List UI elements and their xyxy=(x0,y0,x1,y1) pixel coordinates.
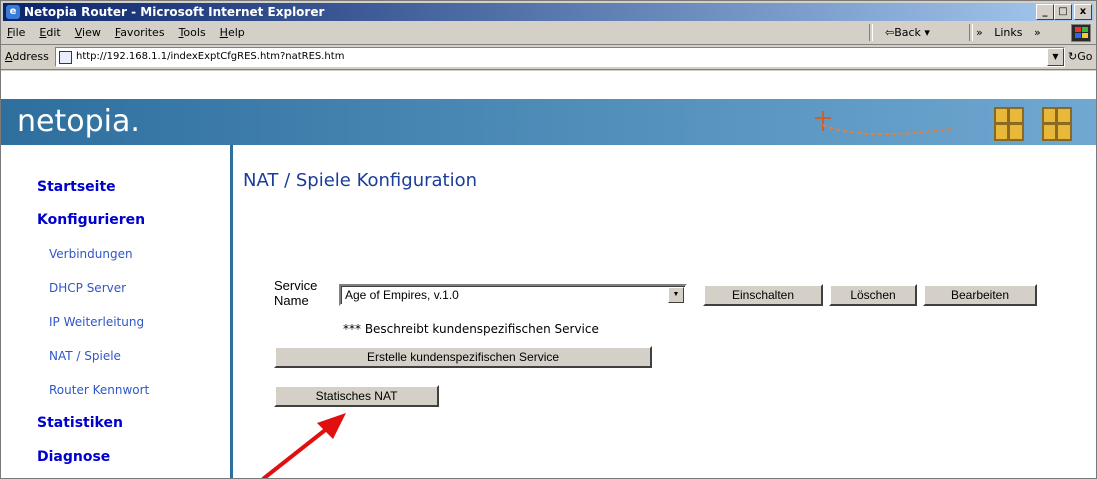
nav-dhcp-server[interactable]: DHCP Server xyxy=(49,281,126,295)
go-label: Go xyxy=(1077,50,1093,63)
window-title: Netopia Router - Microsoft Internet Expl… xyxy=(24,5,325,19)
toolbar-separator xyxy=(969,24,973,41)
static-nat-button[interactable]: Statisches NAT xyxy=(274,385,439,407)
links-toolbar: » Links » xyxy=(976,26,1049,39)
page-title: NAT / Spiele Konfiguration xyxy=(243,170,478,191)
chevron-icon[interactable]: » xyxy=(1034,26,1041,39)
menu-items: File Edit View Favorites Tools Help xyxy=(1,26,253,39)
chevron-down-icon[interactable]: ▼ xyxy=(668,287,684,303)
page-content: netopia. Startseite Konfigurieren Verbin… xyxy=(1,71,1096,478)
phone-wire-icon xyxy=(815,111,951,136)
links-button[interactable]: Links xyxy=(994,26,1022,39)
nav-statistiken[interactable]: Statistiken xyxy=(37,415,123,431)
chevron-down-icon[interactable]: ▼ xyxy=(1047,48,1064,66)
address-bar: Address http://192.168.1.1/indexExptCfgR… xyxy=(1,45,1096,70)
house-window-icon xyxy=(1042,107,1072,141)
einschalten-button[interactable]: Einschalten xyxy=(703,284,823,306)
nav-ip-weiterleitung[interactable]: IP Weiterleitung xyxy=(49,315,144,329)
nav-verbindungen[interactable]: Verbindungen xyxy=(49,247,133,261)
address-label: Address xyxy=(5,50,49,63)
custom-service-note: *** Beschreibt kundenspezifischen Servic… xyxy=(343,322,599,336)
address-input[interactable]: http://192.168.1.1/indexExptCfgRES.htm?n… xyxy=(55,47,1065,67)
house-window-icon xyxy=(994,107,1024,141)
netopia-banner: netopia. xyxy=(1,99,1096,145)
ie-icon: e xyxy=(6,5,20,19)
menu-favorites[interactable]: Favorites xyxy=(115,26,165,39)
menu-help[interactable]: Help xyxy=(220,26,245,39)
windows-logo-icon xyxy=(1071,24,1091,42)
browser-window: e Netopia Router - Microsoft Internet Ex… xyxy=(0,0,1097,479)
menu-file[interactable]: File xyxy=(7,26,25,39)
menu-edit[interactable]: Edit xyxy=(39,26,60,39)
create-custom-service-button[interactable]: Erstelle kundenspezifischen Service xyxy=(274,346,652,368)
menu-view[interactable]: View xyxy=(75,26,101,39)
netopia-logo: netopia. xyxy=(17,104,140,139)
service-name-select[interactable]: Age of Empires, v.1.0 ▼ xyxy=(339,284,687,306)
nav-router-kennwort[interactable]: Router Kennwort xyxy=(49,383,149,397)
service-name-label: Service Name xyxy=(274,278,317,308)
close-button[interactable]: x xyxy=(1074,4,1092,20)
loeschen-button[interactable]: Löschen xyxy=(829,284,917,306)
red-arrow-annotation xyxy=(261,413,346,478)
page-icon xyxy=(59,51,72,64)
address-url: http://192.168.1.1/indexExptCfgRES.htm?n… xyxy=(76,51,345,62)
logo-text: netopia. xyxy=(17,104,140,139)
menu-tools[interactable]: Tools xyxy=(179,26,206,39)
nav-konfigurieren[interactable]: Konfigurieren xyxy=(37,212,145,228)
back-button[interactable]: ⇦Back ▾ xyxy=(885,26,930,39)
title-bar: e Netopia Router - Microsoft Internet Ex… xyxy=(3,3,1094,21)
nav-diagnose[interactable]: Diagnose xyxy=(37,449,110,465)
service-label-line2: Name xyxy=(274,293,309,308)
go-button[interactable]: ↻Go xyxy=(1068,50,1092,63)
service-selected-value: Age of Empires, v.1.0 xyxy=(345,288,459,302)
window-controls: _ □ x xyxy=(1036,4,1092,20)
chevron-icon[interactable]: » xyxy=(976,26,983,39)
toolbar-separator xyxy=(869,24,873,41)
nav-startseite[interactable]: Startseite xyxy=(37,179,116,195)
go-arrow-icon: ↻ xyxy=(1068,50,1078,63)
sidebar-nav: Startseite Konfigurieren Verbindungen DH… xyxy=(1,145,233,478)
minimize-button[interactable]: _ xyxy=(1036,4,1054,20)
bearbeiten-button[interactable]: Bearbeiten xyxy=(923,284,1037,306)
maximize-button[interactable]: □ xyxy=(1054,4,1072,20)
menu-bar: File Edit View Favorites Tools Help ⇦Bac… xyxy=(1,22,1096,45)
service-label-line1: Service xyxy=(274,278,318,293)
nav-nat-spiele[interactable]: NAT / Spiele xyxy=(49,349,121,363)
